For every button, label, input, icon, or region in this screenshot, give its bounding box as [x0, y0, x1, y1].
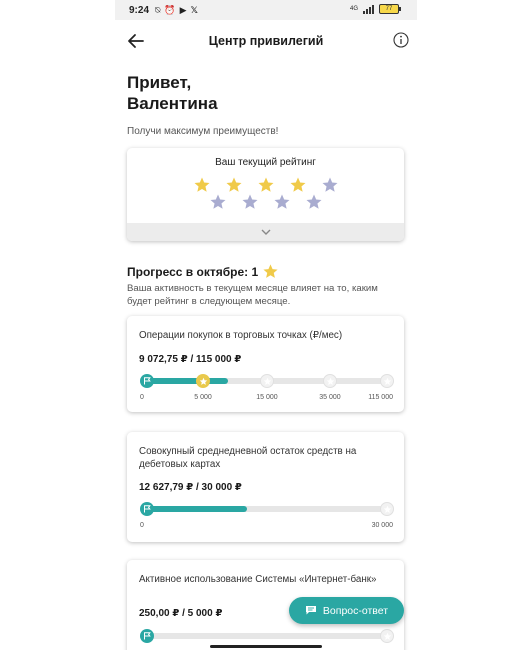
- star-filled-icon: [226, 177, 241, 192]
- progress-track: [140, 629, 394, 643]
- card-title: Активное использование Системы «Интернет…: [139, 574, 377, 585]
- card-title: Совокупный среднедневной остаток средств…: [139, 446, 357, 470]
- greeting-name: Валентина: [127, 94, 218, 113]
- balance-card[interactable]: Совокупный среднедневной остаток средств…: [127, 432, 404, 542]
- chat-icon: [305, 606, 316, 615]
- mute-icon: ⍉: [155, 4, 161, 15]
- stars-row-bottom: [127, 193, 404, 211]
- faq-button[interactable]: Вопрос-ответ: [289, 597, 404, 624]
- page-title: Центр привилегий: [208, 34, 324, 48]
- card-title: Операции покупок в торговых точках (₽/ме…: [139, 330, 343, 341]
- home-indicator[interactable]: [210, 645, 322, 648]
- card-amount: 250,00 ₽ / 5 000 ₽: [139, 608, 223, 619]
- star-empty-icon: [322, 177, 337, 192]
- star-filled-icon: [194, 177, 209, 192]
- info-icon[interactable]: [393, 32, 409, 48]
- card-amount: 12 627,79 ₽ / 30 000 ₽: [139, 482, 242, 493]
- purchases-card[interactable]: Операции покупок в торговых точках (₽/ме…: [127, 316, 404, 412]
- start-flag-icon: [140, 629, 154, 643]
- battery-icon: 77: [379, 4, 401, 14]
- status-bar: 9:24 ⍉ ⏰ ▶ 𝕏 4G 77: [115, 0, 417, 20]
- tick-label: 0: [140, 522, 144, 529]
- phone-screen: 9:24 ⍉ ⏰ ▶ 𝕏 4G 77 Центр привилегий Прив…: [115, 0, 417, 650]
- tick-label: 0: [140, 394, 144, 401]
- greeting-line-1: Привет,: [127, 73, 192, 92]
- tick-label: 15 000: [256, 394, 278, 401]
- progress-description: Ваша активность в текущем месяце влияет …: [127, 283, 378, 307]
- progress-track: [140, 502, 394, 516]
- star-empty-icon: [306, 194, 321, 209]
- chevron-down-icon: [261, 229, 270, 235]
- tick-label: 35 000: [319, 394, 341, 401]
- rating-card: Ваш текущий рейтинг: [127, 148, 404, 241]
- x-icon: 𝕏: [190, 4, 198, 15]
- progress-track: [140, 374, 394, 388]
- card-amount: 9 072,75 ₽ / 115 000 ₽: [139, 354, 242, 365]
- signal-icon: [363, 4, 374, 14]
- progress-title: Прогресс в октябре: 1: [127, 263, 279, 280]
- tick-label: 115 000: [368, 394, 393, 401]
- milestone-star-icon: [380, 629, 394, 643]
- star-empty-icon: [274, 194, 289, 209]
- app-header: Центр привилегий: [115, 28, 417, 56]
- tick-labels: 0 5 000 15 000 35 000 115 000: [140, 394, 393, 404]
- play-icon: ▶: [179, 4, 187, 15]
- milestone-star-icon: [323, 374, 337, 388]
- tick-labels: 0 30 000: [140, 522, 393, 532]
- star-empty-icon: [210, 194, 225, 209]
- star-empty-icon: [242, 194, 257, 209]
- status-time: 9:24: [129, 4, 150, 16]
- rating-expand-button[interactable]: [127, 223, 404, 241]
- status-notification-icons: ⍉ ⏰ ▶ 𝕏: [155, 5, 198, 16]
- star-filled-icon: [290, 177, 305, 192]
- start-flag-icon: [140, 374, 154, 388]
- milestone-star-icon: [260, 374, 274, 388]
- star-filled-icon: [258, 177, 273, 192]
- milestone-star-icon: [196, 374, 210, 388]
- greeting-subtitle: Получи максимум преимуществ!: [127, 126, 279, 137]
- tick-label: 30 000: [371, 522, 393, 529]
- tick-label: 5 000: [194, 394, 212, 401]
- star-icon: [263, 264, 278, 278]
- volte-icon: 4G: [349, 6, 358, 12]
- faq-button-label: Вопрос-ответ: [322, 604, 389, 617]
- greeting: Привет, Валентина: [127, 72, 218, 114]
- battery-level: 77: [385, 6, 393, 12]
- start-flag-icon: [140, 502, 154, 516]
- milestone-star-icon: [380, 374, 394, 388]
- rating-title: Ваш текущий рейтинг: [215, 157, 316, 168]
- status-right-icons: 4G 77: [349, 4, 401, 14]
- alarm-icon: ⏰: [164, 4, 176, 15]
- milestone-star-icon: [380, 502, 394, 516]
- stars-row-top: [127, 176, 404, 194]
- progress-fill: [141, 506, 247, 512]
- progress-fill: [141, 378, 228, 384]
- progress-title-text: Прогресс в октябре: 1: [127, 264, 259, 279]
